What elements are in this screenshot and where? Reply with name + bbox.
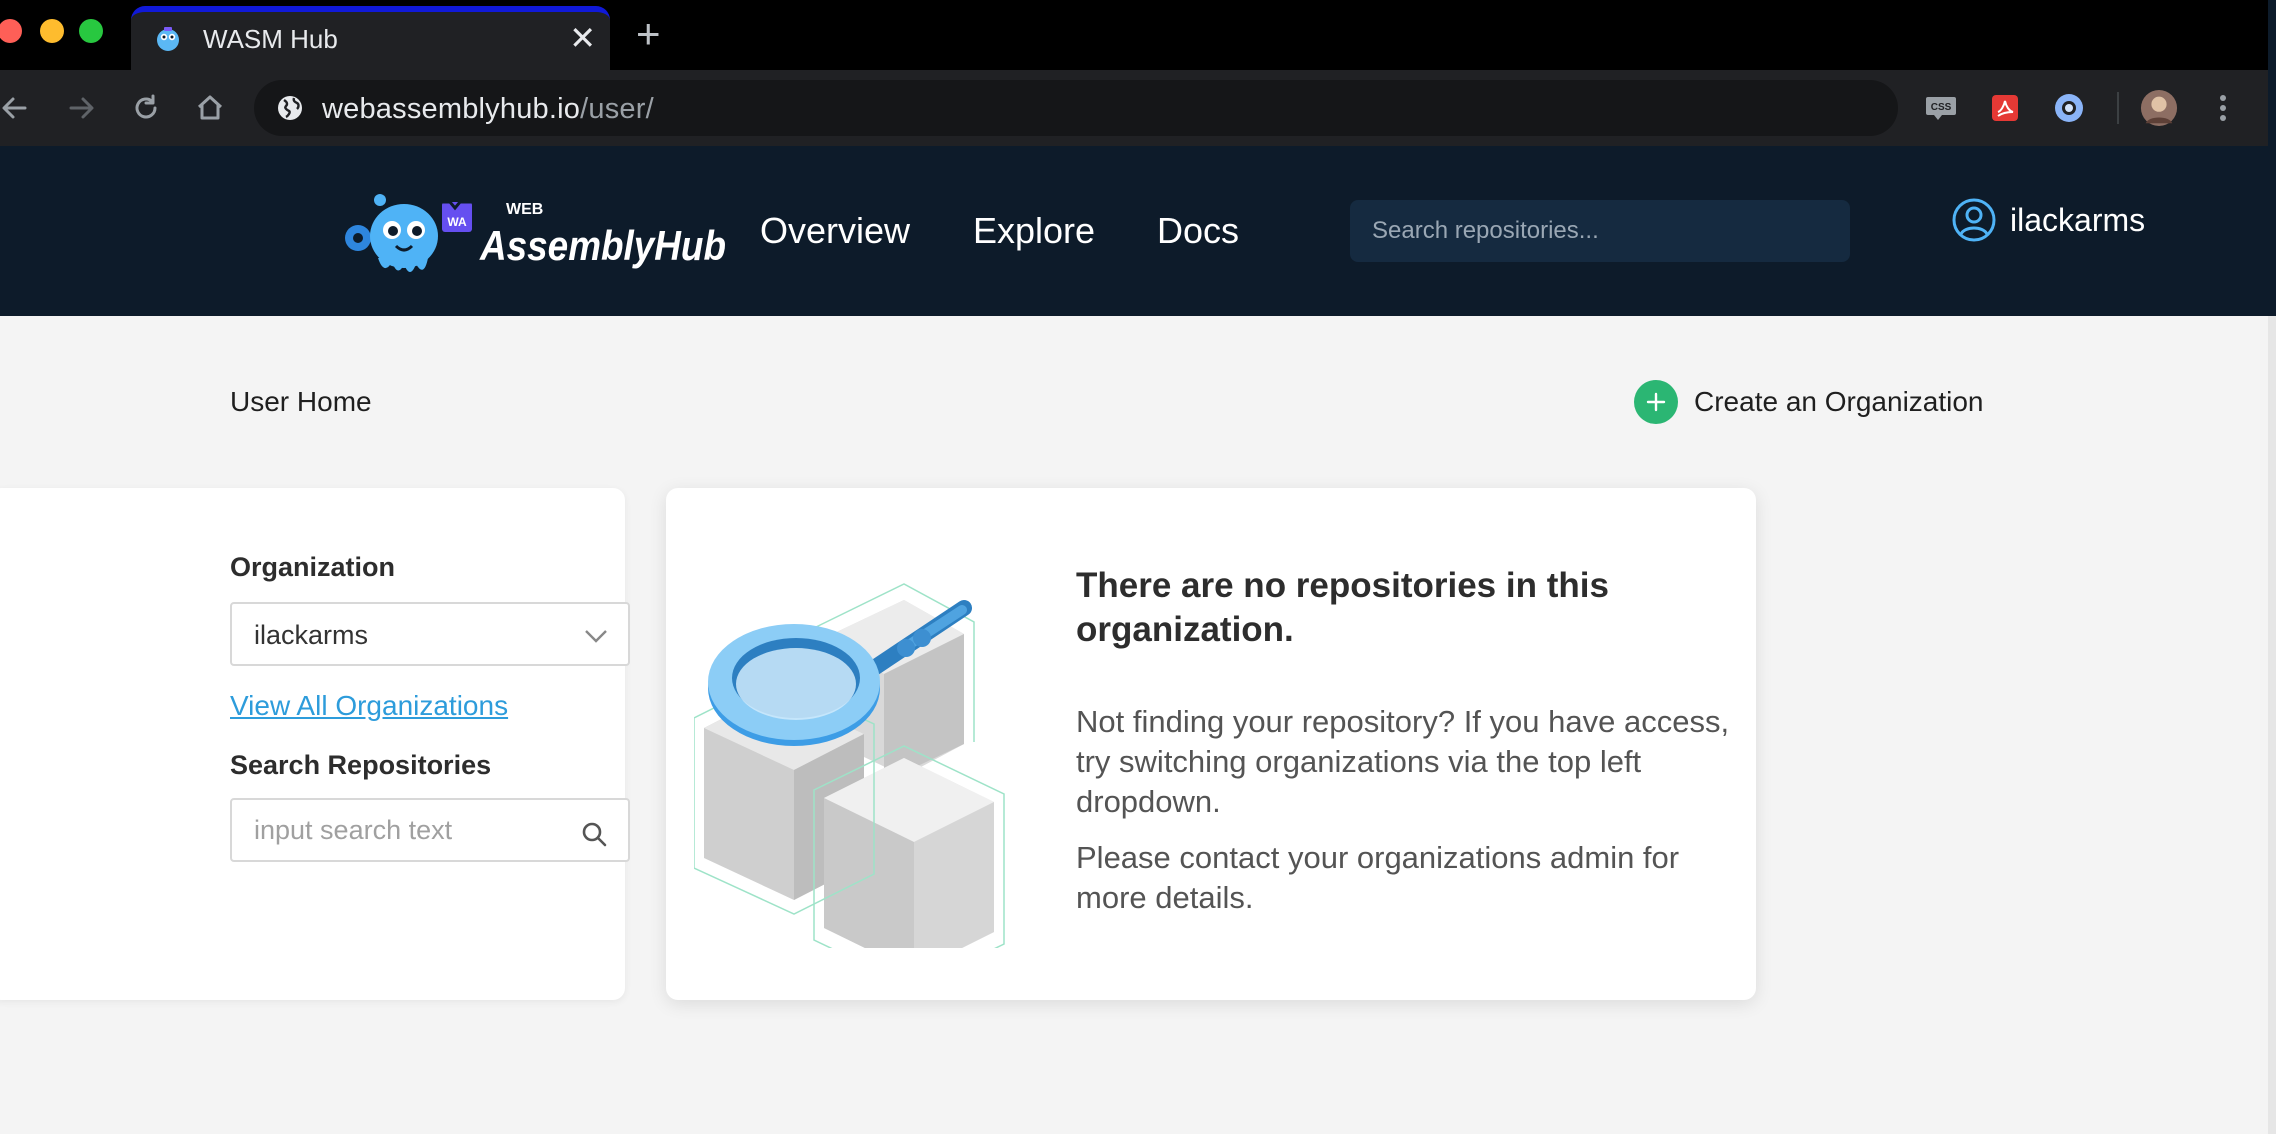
sidebar-card: Organization ilackarms View All Organiza… xyxy=(0,488,630,1000)
wasm-hub-logo[interactable]: WA WEB AssemblyHub xyxy=(340,188,730,278)
breadcrumb: User Home xyxy=(230,386,372,417)
url-text: webassemblyhub.io/user/ xyxy=(322,93,654,126)
circle-extension-icon xyxy=(2055,94,2083,122)
address-bar[interactable]: webassemblyhub.io/user/ xyxy=(254,80,1898,136)
logo-mascot-icon: WA WEB AssemblyHub xyxy=(345,194,726,272)
back-button[interactable] xyxy=(0,88,34,128)
empty-state-message: Not finding your repository? If you have… xyxy=(1076,704,1730,819)
reload-button[interactable] xyxy=(126,88,166,128)
minimize-window-button[interactable] xyxy=(40,19,64,43)
logo-small-text: WEB xyxy=(506,201,543,218)
profile-button[interactable] xyxy=(2140,89,2178,127)
globe-icon xyxy=(278,96,302,120)
url-path: /user/ xyxy=(580,93,654,125)
view-all-organizations-link[interactable]: View All Organizations xyxy=(230,690,508,722)
logo-main-text: AssemblyHub xyxy=(479,222,726,269)
url-host: webassemblyhub.io xyxy=(322,93,581,125)
browser-tab-bar: WASM Hub ✕ + xyxy=(0,0,2276,70)
nav-docs[interactable]: Docs xyxy=(1157,210,1239,252)
circle-extension-button[interactable] xyxy=(2050,89,2088,127)
forward-button[interactable] xyxy=(62,88,102,128)
user-menu[interactable]: ilackarms xyxy=(1952,198,2145,242)
search-repositories-label: Search Repositories xyxy=(230,750,492,780)
wasm-hub-favicon-icon xyxy=(157,27,179,51)
forward-arrow-icon xyxy=(69,97,94,119)
chevron-down-icon xyxy=(585,630,607,643)
empty-state-card: There are no repositories in this organi… xyxy=(666,488,1756,1000)
organization-select-value: ilackarms xyxy=(254,620,369,650)
sidebar-search-input[interactable] xyxy=(232,800,572,860)
home-button[interactable] xyxy=(190,88,230,128)
css-extension-button[interactable]: CSS xyxy=(1922,89,1960,127)
organization-select[interactable]: ilackarms xyxy=(230,602,630,666)
css-icon: CSS xyxy=(1926,97,1956,120)
organization-label: Organization xyxy=(230,552,396,582)
browser-toolbar: webassemblyhub.io/user/ CSS xyxy=(0,70,2276,146)
new-tab-button[interactable]: + xyxy=(636,12,661,56)
username: ilackarms xyxy=(2010,201,2146,238)
tab-close-icon[interactable]: ✕ xyxy=(569,20,596,56)
close-window-button[interactable] xyxy=(0,19,22,43)
pdf-extension-button[interactable] xyxy=(1986,89,2024,127)
nav-explore[interactable]: Explore xyxy=(973,210,1095,252)
svg-text:CSS: CSS xyxy=(1931,102,1952,113)
back-arrow-icon xyxy=(2,97,27,119)
more-vertical-icon xyxy=(2220,95,2226,121)
profile-avatar xyxy=(2140,89,2178,127)
browser-tab[interactable]: WASM Hub ✕ xyxy=(131,6,610,70)
page-scrollbar-top xyxy=(2268,0,2276,316)
tab-title: WASM Hub xyxy=(203,24,338,54)
empty-state-title: There are no repositories in this organi… xyxy=(1076,566,1609,649)
search-icon[interactable] xyxy=(580,820,608,848)
sidebar-search-field xyxy=(230,798,630,862)
create-organization-label: Create an Organization xyxy=(1694,386,1984,417)
magnifier-boxes-illustration xyxy=(694,583,1005,948)
user-icon xyxy=(1952,198,1996,242)
repository-search-input[interactable] xyxy=(1350,200,1850,262)
maximize-window-button[interactable] xyxy=(79,19,103,43)
plus-icon xyxy=(1634,380,1678,424)
logo-badge-text: WA xyxy=(447,215,467,229)
home-icon xyxy=(197,95,223,120)
site-header: WA WEB AssemblyHub Overview Explore Docs… xyxy=(0,146,2268,316)
create-organization-button[interactable]: Create an Organization xyxy=(1634,380,1984,424)
toolbar-separator xyxy=(2117,92,2119,124)
pdf-icon xyxy=(1992,95,2018,121)
empty-state-contact: Please contact your organizations admin … xyxy=(1076,840,1680,915)
reload-icon xyxy=(135,94,157,119)
nav-overview[interactable]: Overview xyxy=(760,210,910,252)
browser-menu-button[interactable] xyxy=(2204,89,2242,127)
